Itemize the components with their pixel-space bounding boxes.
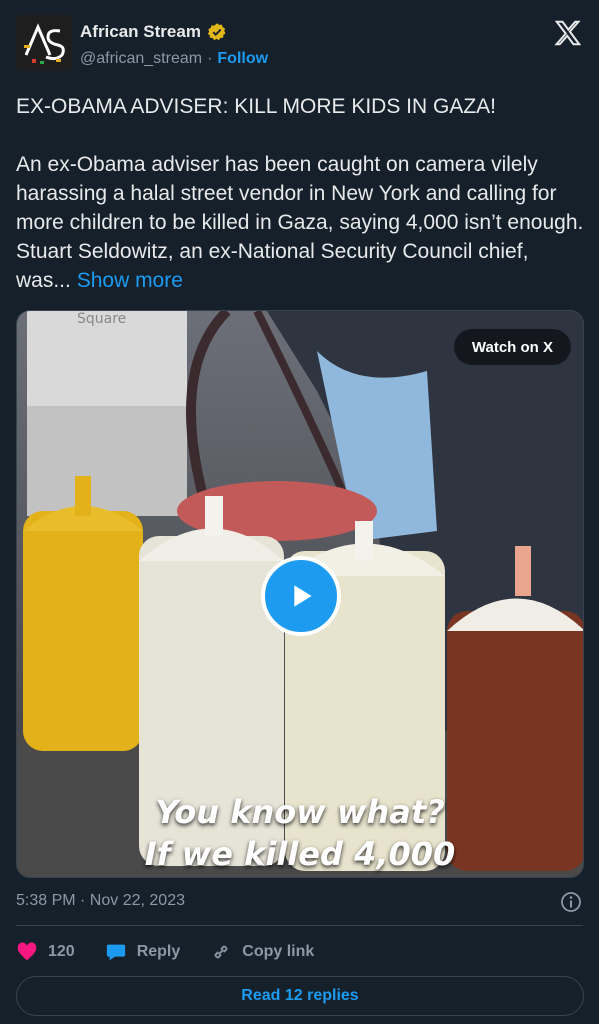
video-caption-line-1: You know what?: [155, 793, 445, 831]
video-player[interactable]: Square Watch on X You know what? If we k…: [16, 310, 584, 878]
like-count: 120: [48, 943, 75, 960]
avatar[interactable]: [16, 15, 72, 71]
play-icon: [294, 585, 312, 607]
separator: ·: [207, 50, 213, 67]
link-icon: [214, 945, 228, 959]
reply-icon: [106, 944, 125, 961]
copy-link-label: Copy link: [242, 943, 315, 960]
display-name[interactable]: African Stream: [80, 22, 201, 42]
play-button[interactable]: [261, 556, 341, 636]
tweet-card: African Stream @african_stream · Follow …: [0, 0, 599, 1024]
copy-link-button[interactable]: Copy link: [210, 941, 314, 963]
x-logo-icon[interactable]: [553, 18, 583, 48]
handle[interactable]: @african_stream: [80, 50, 202, 68]
heart-icon: [17, 942, 37, 961]
like-button[interactable]: 120: [16, 941, 75, 963]
info-icon[interactable]: [559, 890, 583, 914]
name-row: African Stream: [80, 22, 227, 42]
tweet-text: EX-OBAMA ADVISER: KILL MORE KIDS IN GAZA…: [16, 92, 586, 295]
watch-on-x-button[interactable]: Watch on X: [453, 329, 571, 365]
video-caption-line-2: If we killed 4,000: [144, 835, 456, 873]
show-more-link[interactable]: Show more: [77, 269, 183, 292]
timestamp[interactable]: 5:38 PM · Nov 22, 2023: [16, 892, 185, 910]
divider: [16, 925, 583, 926]
verified-badge-icon: [207, 23, 226, 41]
reply-label: Reply: [136, 943, 181, 960]
square-sign: Square: [77, 311, 126, 327]
handle-row: @african_stream · Follow: [80, 50, 268, 68]
tweet-headline: EX-OBAMA ADVISER: KILL MORE KIDS IN GAZA…: [16, 95, 497, 118]
reply-button[interactable]: Reply: [105, 941, 181, 963]
read-replies-button[interactable]: Read 12 replies: [16, 976, 584, 1016]
follow-button[interactable]: Follow: [217, 50, 268, 68]
action-bar: 120 Reply Copy link: [16, 938, 344, 966]
